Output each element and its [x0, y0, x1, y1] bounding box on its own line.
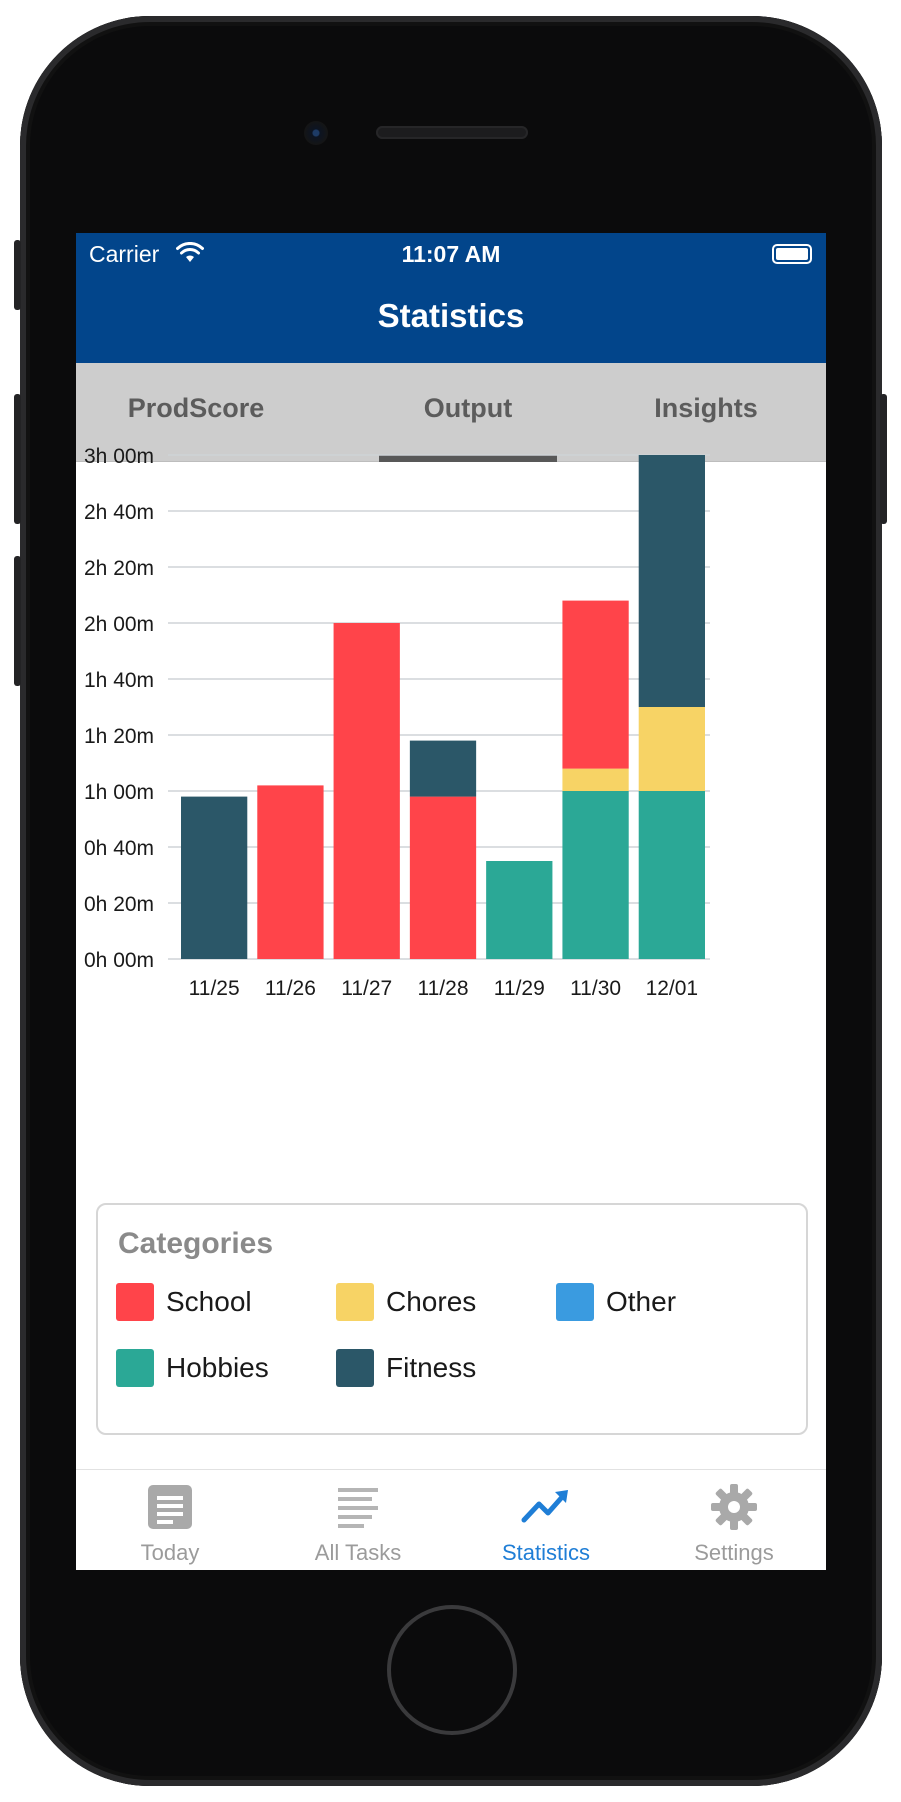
x-tick-label: 11/25 [189, 977, 240, 1000]
app-screen: Carrier 11:07 AM Statistics ProdScore Ou… [76, 233, 826, 1570]
legend-label: Fitness [386, 1352, 477, 1383]
y-tick-label: 0h 00m [84, 949, 154, 972]
y-tick-label: 2h 00m [84, 613, 154, 636]
bar-segment-hobbies [486, 861, 553, 959]
tabbar-label: Today [140, 1540, 200, 1565]
tabbar-label: Settings [694, 1540, 774, 1565]
bar-segment-school [562, 600, 629, 769]
legend-label: School [166, 1286, 252, 1317]
tabbar-label: All Tasks [314, 1540, 402, 1565]
y-tick-label: 1h 00m [84, 781, 154, 804]
bar-segment-chores [562, 768, 629, 791]
y-tick-label: 2h 20m [84, 557, 154, 580]
legend-item-fitness: Fitness [336, 1349, 476, 1387]
legend-swatch [336, 1283, 374, 1321]
x-tick-label: 11/30 [570, 977, 621, 1000]
trend-up-icon [521, 1490, 568, 1523]
output-bar-chart: 0h 00m 0h 20m 0h 40m 1h 00m 1h 20m 1h 40m 2h 0… [84, 445, 710, 1000]
legend-item-chores: Chores [336, 1283, 476, 1321]
nav-header: Carrier 11:07 AM Statistics [76, 233, 826, 363]
mute-switch [14, 240, 21, 310]
tabbar-item-all-tasks[interactable]: All Tasks [264, 1470, 452, 1570]
bar-segment-fitness [409, 740, 477, 797]
x-tick-label: 11/26 [265, 977, 316, 1000]
legend-label: Chores [386, 1286, 477, 1317]
y-tick-label: 1h 40m [84, 669, 154, 692]
tabbar-label: Statistics [501, 1540, 591, 1565]
legend-item-other: Other [556, 1283, 676, 1321]
bar-segment-fitness [181, 796, 248, 959]
tab-output[interactable]: Output [379, 393, 557, 424]
bar-segment-school [333, 623, 400, 959]
legend-swatch [116, 1349, 154, 1387]
tabbar-item-statistics[interactable]: Statistics [452, 1470, 640, 1570]
bar-segment-hobbies [638, 791, 705, 959]
legend-label: Hobbies [166, 1352, 269, 1383]
bar-segment-school [409, 796, 477, 959]
y-tick-label: 1h 20m [84, 725, 154, 748]
gear-icon [711, 1484, 757, 1530]
legend-swatch [556, 1283, 594, 1321]
legend-label: Other [606, 1286, 677, 1317]
x-tick-label: 11/28 [418, 977, 469, 1000]
bar-segment-fitness [638, 455, 705, 707]
bar-segment-school [257, 785, 324, 959]
x-tick-label: 12/01 [646, 977, 699, 1000]
legend-item-school: School [116, 1283, 252, 1321]
tabbar-item-settings[interactable]: Settings [640, 1470, 826, 1570]
battery-icon [772, 244, 812, 264]
bar-segment-chores [638, 707, 705, 791]
y-tick-label: 3h 00m [84, 445, 154, 468]
y-tick-label: 0h 20m [84, 893, 154, 916]
y-tick-label: 0h 40m [84, 837, 154, 860]
clock: 11:07 AM [401, 241, 501, 267]
front-camera [304, 121, 328, 145]
earpiece-speaker [376, 126, 528, 139]
tab-insights[interactable]: Insights [616, 393, 796, 424]
tabbar-item-today[interactable]: Today [76, 1470, 264, 1570]
document-icon [148, 1485, 192, 1529]
bar-segment-hobbies [562, 791, 629, 959]
volume-down-button [14, 556, 21, 686]
list-icon [338, 1488, 378, 1528]
power-button [880, 394, 887, 524]
volume-up-button [14, 394, 21, 524]
status-bar: Carrier 11:07 AM [76, 233, 826, 277]
tab-prodscore[interactable]: ProdScore [106, 393, 286, 424]
x-tick-label: 11/29 [494, 977, 545, 1000]
legend-swatch [116, 1283, 154, 1321]
bottom-tab-bar: Today All Tasks Statistics Settings [76, 1469, 826, 1570]
legend-item-hobbies: Hobbies [116, 1349, 269, 1387]
page-title: Statistics [377, 297, 525, 334]
legend-title: Categories [118, 1227, 274, 1260]
y-tick-label: 2h 40m [84, 501, 154, 524]
home-button[interactable] [387, 1605, 517, 1735]
x-tick-label: 11/27 [341, 977, 392, 1000]
legend-swatch [336, 1349, 374, 1387]
categories-legend: Categories School Chores Other Hobbies F… [96, 1203, 808, 1435]
